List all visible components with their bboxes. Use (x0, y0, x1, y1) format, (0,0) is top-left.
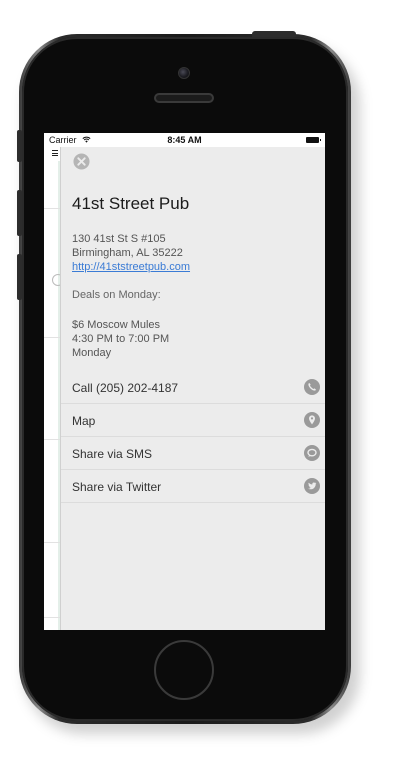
website-link[interactable]: http://41ststreetpub.com (72, 260, 190, 274)
address-city: Birmingham, AL 35222 (72, 247, 183, 259)
venue-detail-drawer: 41st Street Pub 130 41st St S #105 Birmi… (60, 147, 325, 630)
call-action-label: Call (205) 202-4187 (72, 381, 179, 395)
clock: 8:45 AM (167, 135, 202, 145)
map-action-label: Map (72, 414, 96, 428)
close-icon[interactable] (73, 153, 90, 170)
deal-title: $6 Moscow Mules (72, 319, 161, 331)
home-button[interactable] (154, 640, 214, 700)
chat-bubble-icon (304, 445, 320, 461)
hamburger-menu-icon[interactable] (52, 150, 58, 156)
status-bar: Carrier 8:45 AM (44, 133, 325, 147)
divider (44, 337, 60, 338)
sms-share-label: Share via SMS (72, 447, 153, 461)
call-action[interactable]: Call (205) 202-4187 (61, 371, 325, 404)
deal-time: 4:30 PM to 7:00 PM (72, 333, 170, 345)
map-pin-icon (304, 412, 320, 428)
earpiece-speaker (154, 93, 214, 103)
divider (44, 542, 60, 543)
twitter-icon (304, 478, 320, 494)
divider (44, 617, 60, 618)
twitter-share-label: Share via Twitter (72, 480, 162, 494)
deals-heading: Deals on Monday: (72, 289, 161, 301)
address-street: 130 41st St S #105 (72, 233, 166, 245)
sms-share-action[interactable]: Share via SMS (61, 437, 325, 470)
front-camera (178, 67, 190, 79)
deal-day: Monday (72, 347, 112, 359)
venue-title: 41st Street Pub (72, 194, 190, 213)
divider (44, 208, 60, 209)
deal-details: $6 Moscow Mules 4:30 PM to 7:00 PM Monda… (72, 318, 169, 360)
device-screen: Carrier 8:45 AM 41st Street Pub 130 41st… (44, 133, 325, 630)
venue-address: 130 41st St S #105 Birmingham, AL 35222 … (72, 232, 190, 274)
map-action[interactable]: Map (61, 404, 325, 437)
battery-icon (306, 137, 321, 143)
divider (44, 439, 60, 440)
phone-icon (304, 379, 320, 395)
twitter-share-action[interactable]: Share via Twitter (61, 470, 325, 503)
action-list: Call (205) 202-4187 Map Share via SMS Sh… (61, 371, 325, 503)
